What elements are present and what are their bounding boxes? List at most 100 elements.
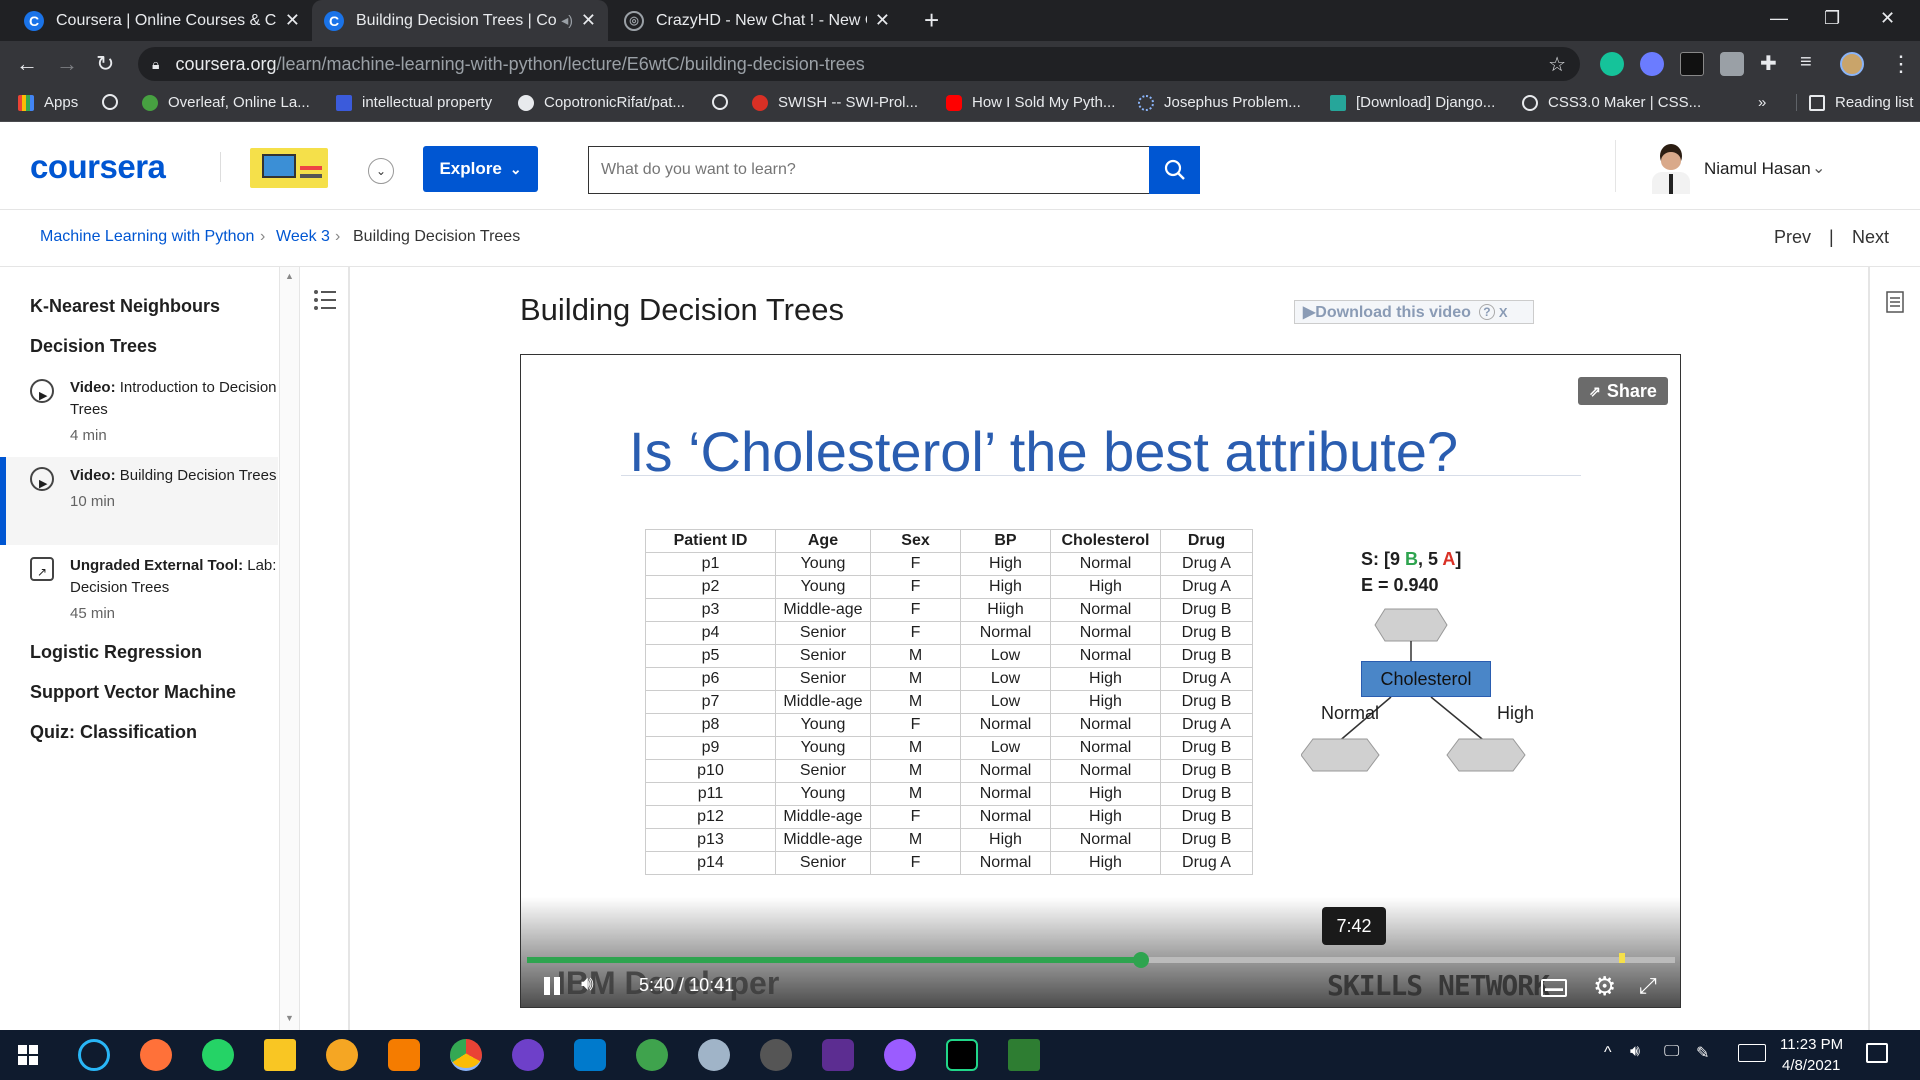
sidebar-item-building-video[interactable]: ▶ Video: Building Decision Trees 10 min — [0, 457, 278, 545]
reload-icon[interactable]: ↻ — [96, 51, 114, 77]
address-bar[interactable]: 🔒︎ coursera.org/learn/machine-learning-w… — [138, 47, 1580, 81]
new-tab-button[interactable]: + — [912, 0, 956, 41]
vscode-icon[interactable] — [574, 1039, 606, 1071]
bookmark-globe[interactable] — [712, 94, 738, 110]
bookmark-django[interactable]: [Download] Django... — [1330, 94, 1495, 111]
bookmark-overleaf[interactable]: Overleaf, Online La... — [142, 94, 310, 111]
next-link[interactable]: Next — [1852, 227, 1889, 248]
media-controls-icon[interactable]: ≡ — [1800, 51, 1812, 74]
breadcrumb-week[interactable]: Week 3 — [276, 228, 330, 246]
browser-tab-crazyhd[interactable]: ◎ CrazyHD - New Chat ! - New Cha ✕ — [612, 0, 902, 41]
user-name[interactable]: Niamul Hasan — [1704, 159, 1811, 179]
pen-icon[interactable]: ✎ — [1696, 1043, 1709, 1063]
clock-time[interactable]: 11:23 PM — [1780, 1036, 1843, 1053]
app-icon[interactable] — [760, 1039, 792, 1071]
close-tab-icon[interactable]: ✕ — [581, 10, 596, 31]
search-button[interactable] — [1149, 146, 1200, 194]
chevron-down-icon[interactable]: ⌄ — [368, 158, 394, 184]
user-avatar[interactable] — [1648, 144, 1694, 194]
minimize-window-icon[interactable]: — — [1770, 8, 1788, 29]
bookmark-youtube[interactable]: How I Sold My Pyth... — [946, 94, 1115, 111]
tray-chevron-up-icon[interactable]: ^ — [1604, 1044, 1612, 1062]
sidebar-section-knn[interactable]: K-Nearest Neighbours — [30, 296, 220, 317]
chevron-down-icon[interactable]: ⌄ — [1812, 158, 1825, 178]
search-app-icon[interactable] — [78, 1039, 110, 1071]
file-explorer-icon[interactable] — [264, 1039, 296, 1071]
extension-icon[interactable] — [1640, 52, 1664, 76]
reading-list[interactable]: Reading list — [1796, 94, 1913, 111]
app-icon[interactable] — [698, 1039, 730, 1071]
chrome-icon[interactable] — [450, 1039, 482, 1071]
sidebar-section-logistic-regression[interactable]: Logistic Regression — [30, 642, 202, 663]
audio-playing-icon[interactable]: ◂) — [561, 12, 573, 29]
app-icon[interactable] — [326, 1039, 358, 1071]
volume-icon[interactable]: 🔊︎ — [581, 973, 594, 996]
scroll-down-icon[interactable]: ▼ — [285, 1013, 294, 1023]
pause-button[interactable] — [541, 975, 563, 997]
messenger-icon[interactable] — [884, 1039, 916, 1071]
download-video-button[interactable]: ▶Download this video ? X — [1294, 300, 1534, 324]
back-icon[interactable]: ← — [16, 51, 38, 77]
chrome-menu-icon[interactable]: ⋮ — [1890, 51, 1912, 77]
bookmark-css3-maker[interactable]: CSS3.0 Maker | CSS... — [1522, 94, 1701, 111]
transcript-icon[interactable] — [1886, 291, 1904, 313]
sidebar-section-svm[interactable]: Support Vector Machine — [30, 682, 236, 703]
close-tab-icon[interactable]: ✕ — [285, 10, 300, 31]
browser-tab-building-decision-trees[interactable]: C Building Decision Trees | Cou ◂) ✕ — [312, 0, 608, 41]
extension-icon[interactable] — [1680, 52, 1704, 76]
help-icon[interactable]: ? — [1478, 304, 1495, 320]
firefox-icon[interactable] — [140, 1039, 172, 1071]
app-icon[interactable] — [388, 1039, 420, 1071]
extensions-puzzle-icon[interactable]: ✚ — [1760, 51, 1777, 76]
github-desktop-icon[interactable] — [512, 1039, 544, 1071]
sidebar-section-decision-trees[interactable]: Decision Trees — [30, 336, 157, 357]
settings-gear-icon[interactable]: ⚙ — [1593, 971, 1616, 1002]
organization-logo[interactable] — [250, 148, 328, 188]
bookmarks-overflow[interactable]: » — [1758, 94, 1766, 111]
windows-start-icon[interactable] — [18, 1045, 38, 1065]
sidebar-item-intro-video[interactable]: ▶ Video: Introduction to Decision Trees … — [0, 377, 278, 457]
app-icon[interactable] — [1008, 1039, 1040, 1071]
grammarly-extension-icon[interactable] — [1600, 52, 1624, 76]
sidebar-section-quiz[interactable]: Quiz: Classification — [30, 722, 197, 743]
network-icon[interactable]: 🖵 — [1664, 1043, 1679, 1061]
notifications-icon[interactable] — [1866, 1043, 1888, 1063]
breadcrumb-course[interactable]: Machine Learning with Python — [40, 228, 254, 246]
video-player[interactable]: ⇗ Share Is ‘Cholesterol’ the best attribu… — [520, 354, 1681, 1008]
whatsapp-icon[interactable] — [202, 1039, 234, 1071]
app-icon[interactable] — [636, 1039, 668, 1071]
browser-tab-coursera[interactable]: C Coursera | Online Courses & Cre ✕ — [12, 0, 312, 41]
fullscreen-icon[interactable]: ⤢ — [1639, 973, 1657, 999]
sidebar-scrollbar[interactable]: ▲ ▼ — [280, 267, 300, 1030]
list-toggle-icon[interactable] — [313, 289, 337, 311]
bookmark-intellectual-property[interactable]: intellectual property — [336, 94, 492, 111]
visual-studio-icon[interactable] — [822, 1039, 854, 1071]
keyboard-icon[interactable] — [1738, 1044, 1766, 1062]
bookmark-github[interactable]: CopotronicRifat/pat... — [518, 94, 685, 111]
forward-icon[interactable]: → — [56, 51, 78, 77]
search-input[interactable] — [588, 146, 1150, 194]
table-cell: F — [870, 713, 961, 737]
profile-avatar-icon[interactable] — [1840, 52, 1864, 76]
camera-extension-icon[interactable] — [1720, 52, 1744, 76]
close-tab-icon[interactable]: ✕ — [875, 10, 890, 31]
progress-bar[interactable] — [527, 952, 1675, 968]
coursera-logo[interactable]: coursera — [30, 148, 166, 186]
captions-icon[interactable]: ▬▬ — [1541, 979, 1567, 997]
bookmark-josephus[interactable]: Josephus Problem... — [1138, 94, 1301, 111]
scroll-up-icon[interactable]: ▲ — [285, 271, 294, 281]
close-window-icon[interactable]: ✕ — [1880, 8, 1895, 29]
close-icon[interactable]: X — [1499, 305, 1508, 320]
bookmark-star-icon[interactable]: ☆ — [1548, 52, 1566, 77]
bookmark-apps[interactable]: Apps — [18, 94, 78, 111]
restore-window-icon[interactable]: ❐ — [1824, 8, 1840, 29]
bookmark-swish[interactable]: SWISH -- SWI-Prol... — [752, 94, 918, 111]
bookmark-globe[interactable] — [102, 94, 128, 110]
share-button[interactable]: ⇗ Share — [1578, 377, 1668, 405]
clock-date[interactable]: 4/8/2021 — [1782, 1057, 1840, 1074]
explore-button[interactable]: Explore ⌄ — [423, 146, 538, 192]
sidebar-item-lab[interactable]: ↗ Ungraded External Tool: Lab: Decision … — [0, 555, 278, 635]
speaker-icon[interactable]: 🔊︎ — [1630, 1043, 1640, 1061]
pycharm-icon[interactable] — [946, 1039, 978, 1071]
prev-link[interactable]: Prev — [1774, 227, 1811, 248]
